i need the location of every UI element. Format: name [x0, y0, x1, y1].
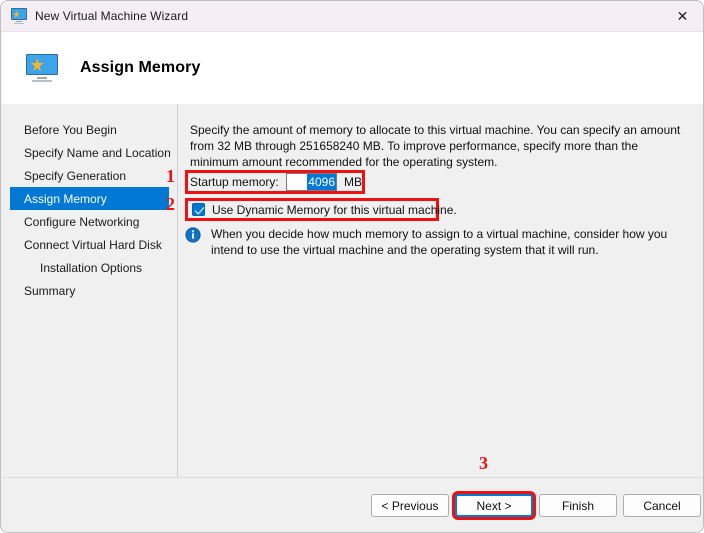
info-note: When you decide how much memory to assig…: [185, 226, 685, 258]
previous-button[interactable]: < Previous: [371, 494, 449, 517]
annotation-number-3: 3: [479, 453, 488, 473]
cancel-button[interactable]: Cancel: [623, 494, 701, 517]
startup-memory-unit: MB: [344, 175, 362, 189]
annotation-number-1: 1: [166, 166, 175, 186]
sidebar-item-configure-networking[interactable]: Configure Networking: [10, 210, 169, 233]
close-icon[interactable]: ✕: [660, 1, 703, 32]
sidebar-item-summary[interactable]: Summary: [10, 279, 169, 302]
sidebar-item-connect-virtual-hard-disk[interactable]: Connect Virtual Hard Disk: [10, 233, 169, 256]
next-button[interactable]: Next >: [455, 494, 533, 517]
wizard-footer: < Previous Next > Finish Cancel: [2, 477, 703, 532]
new-virtual-machine-wizard-window: New Virtual Machine Wizard ✕ Assign Memo…: [0, 0, 704, 533]
startup-memory-input[interactable]: 4096: [285, 173, 337, 191]
virtual-machine-monitor-icon: [26, 54, 58, 82]
title-bar: New Virtual Machine Wizard ✕: [1, 1, 703, 32]
finish-button[interactable]: Finish: [539, 494, 617, 517]
sidebar-item-installation-options[interactable]: Installation Options: [10, 256, 169, 279]
intro-description: Specify the amount of memory to allocate…: [190, 123, 681, 169]
sidebar-item-before-you-begin[interactable]: Before You Begin: [10, 118, 169, 141]
sidebar-item-specify-generation[interactable]: Specify Generation: [10, 164, 169, 187]
startup-memory-row: Startup memory: 4096 MB: [185, 170, 365, 194]
annotation-number-2: 2: [166, 194, 175, 214]
startup-memory-value: 4096: [307, 174, 336, 190]
info-note-text: When you decide how much memory to assig…: [211, 227, 668, 257]
wizard-content-panel: Specify the amount of memory to allocate…: [179, 104, 703, 477]
page-title: Assign Memory: [80, 59, 201, 76]
window-title: New Virtual Machine Wizard: [35, 9, 189, 23]
virtual-machine-monitor-icon: [11, 8, 27, 24]
dynamic-memory-row: Use Dynamic Memory for this virtual mach…: [185, 198, 457, 221]
info-circle-icon: [185, 227, 201, 243]
dynamic-memory-label[interactable]: Use Dynamic Memory for this virtual mach…: [212, 203, 457, 217]
startup-memory-label: Startup memory:: [190, 175, 279, 189]
sidebar-item-specify-name-and-location[interactable]: Specify Name and Location: [10, 141, 171, 164]
wizard-body: Before You Begin Specify Name and Locati…: [2, 104, 703, 477]
sidebar-item-assign-memory[interactable]: Assign Memory: [10, 187, 169, 210]
page-header: Assign Memory: [2, 32, 703, 104]
wizard-step-list: Before You Begin Specify Name and Locati…: [2, 104, 178, 477]
dynamic-memory-checkbox[interactable]: [192, 203, 205, 216]
